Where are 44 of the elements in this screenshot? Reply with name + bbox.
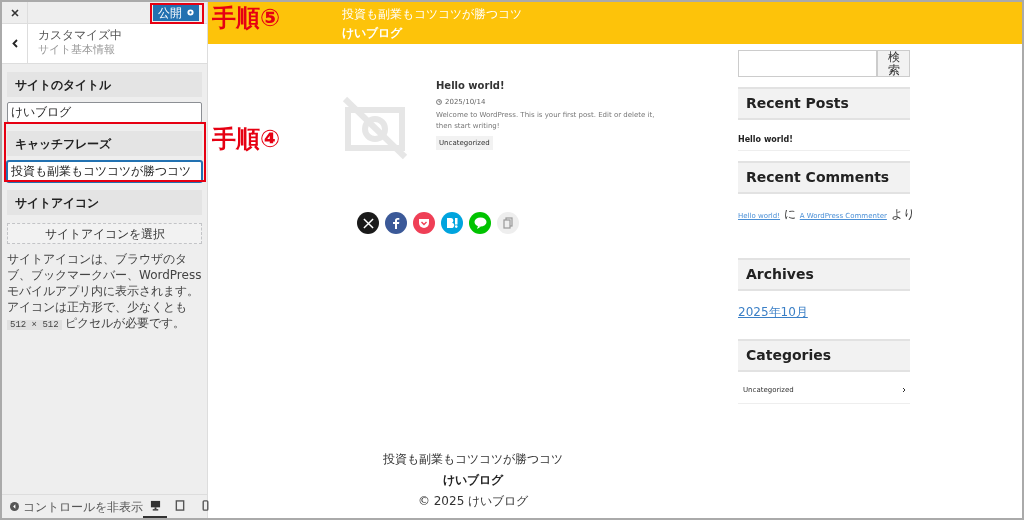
- hatena-icon: [445, 218, 459, 228]
- archive-link[interactable]: 2025年10月: [738, 303, 910, 321]
- share-button[interactable]: [385, 212, 407, 234]
- step-label: 手順⑤: [212, 6, 281, 30]
- no-image-icon: [342, 96, 408, 160]
- text-field[interactable]: 投資も副業もコツコツが勝つコツ: [7, 161, 202, 182]
- pocket-icon: [418, 217, 430, 229]
- widget-title: Categories: [738, 339, 910, 372]
- tablet-icon: [175, 500, 185, 511]
- copy-icon: [503, 217, 513, 229]
- field-heading: キャッチフレーズ: [7, 131, 202, 156]
- header-tagline: 投資も副業もコツコツが勝つコツ: [342, 5, 523, 23]
- collapse-icon: [10, 502, 19, 511]
- copyright: © 2025 けいブログ: [417, 493, 529, 510]
- post-title: Hello world!: [436, 79, 506, 93]
- gear-icon: [187, 9, 194, 16]
- field-heading: サイトのタイトル: [7, 72, 202, 97]
- widget-title: Recent Posts: [738, 87, 910, 120]
- site-icon-description: サイトアイコンは、ブラウザのタブ、ブックマークバー、WordPress モバイルアプリ内に表示されます。アイコンは正方形で、少なくとも 512 × 512 ピクセルが必要です。: [7, 251, 202, 332]
- share-button[interactable]: [357, 212, 379, 234]
- desktop-icon: [149, 500, 161, 511]
- mobile-icon: [201, 500, 209, 511]
- hide-controls-button[interactable]: コントロールを非表示: [10, 497, 143, 516]
- x-logo-icon: [362, 217, 374, 229]
- select-site-icon-button[interactable]: サイトアイコンを選択: [7, 223, 202, 244]
- close-icon: [10, 8, 19, 17]
- widget-title: Recent Comments: [738, 161, 910, 194]
- field-heading: サイトアイコン: [7, 190, 202, 215]
- footer-tagline: 投資も副業もコツコツが勝つコツ: [383, 451, 563, 468]
- step-label: 手順④: [212, 127, 281, 151]
- clock-icon: [436, 99, 442, 106]
- search-button[interactable]: 検索: [877, 50, 910, 77]
- back-chevron-icon: [11, 39, 18, 48]
- highlight-frame: [150, 3, 204, 24]
- footer-site-title: けいブログ: [443, 472, 503, 489]
- text-field[interactable]: けいブログ: [7, 102, 202, 123]
- chevron-right-icon: [902, 387, 906, 394]
- facebook-icon: [392, 217, 400, 229]
- search-field[interactable]: [738, 50, 877, 77]
- header-site-title: けいブログ: [342, 24, 404, 42]
- breadcrumb: カスタマイズ中: [38, 28, 122, 43]
- widget-title: Archives: [738, 258, 910, 291]
- recent-post-link[interactable]: Hello world!: [738, 134, 910, 151]
- section-title: サイト基本情報: [38, 42, 116, 59]
